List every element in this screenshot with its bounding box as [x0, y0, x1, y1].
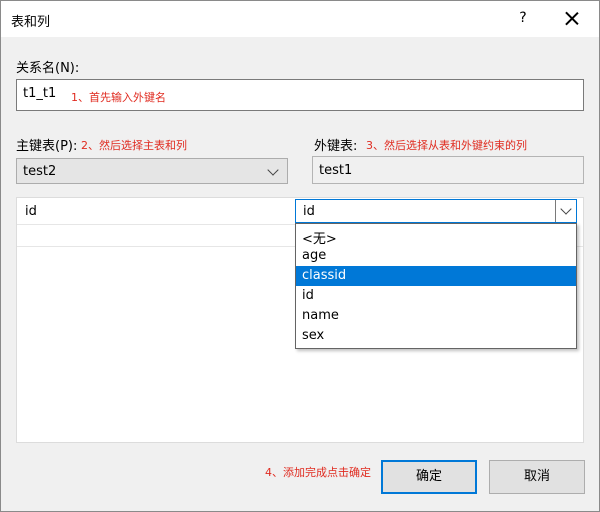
- option-name[interactable]: name: [296, 306, 576, 326]
- foreign-column-select[interactable]: id: [295, 199, 577, 223]
- option-classid[interactable]: classid: [296, 266, 576, 286]
- cancel-button[interactable]: 取消: [489, 460, 585, 494]
- annotation-step-2: 2、然后选择主表和列: [81, 139, 187, 152]
- foreign-column-value: id: [303, 204, 315, 219]
- annotation-step-4: 4、添加完成点击确定: [265, 466, 371, 479]
- annotation-step-1: 1、首先输入外键名: [71, 91, 166, 104]
- primary-column-cell[interactable]: id: [17, 198, 297, 225]
- chevron-down-icon: [267, 164, 279, 176]
- relation-name-value: t1_t1: [23, 86, 57, 101]
- ok-button[interactable]: 确定: [381, 460, 477, 494]
- primary-column-value: id: [25, 204, 37, 219]
- help-button[interactable]: ?: [513, 8, 533, 28]
- dialog-title: 表和列: [11, 15, 51, 30]
- relation-name-label: 关系名(N):: [16, 61, 80, 76]
- foreign-table-field: test1: [312, 156, 584, 184]
- chevron-down-icon: [560, 203, 572, 215]
- close-icon[interactable]: [561, 8, 583, 30]
- annotation-step-3: 3、然后选择从表和外键约束的列: [366, 139, 527, 152]
- dropdown-button[interactable]: [555, 200, 576, 222]
- primary-table-select[interactable]: test2: [16, 158, 288, 184]
- primary-table-label: 主键表(P):: [16, 139, 78, 154]
- tables-and-columns-dialog: 表和列 ? 关系名(N): t1_t1 1、首先输入外键名 主键表(P): 2、…: [0, 0, 600, 512]
- option-sex[interactable]: sex: [296, 326, 576, 346]
- title-bar: 表和列 ?: [1, 1, 599, 37]
- foreign-table-value: test1: [319, 163, 353, 178]
- foreign-table-label: 外键表:: [314, 139, 358, 154]
- primary-table-value: test2: [23, 164, 57, 179]
- option-none[interactable]: <无>: [296, 226, 576, 247]
- option-age[interactable]: age: [296, 246, 576, 266]
- foreign-column-options: <无> age classid id name sex: [295, 223, 577, 349]
- option-id[interactable]: id: [296, 286, 576, 306]
